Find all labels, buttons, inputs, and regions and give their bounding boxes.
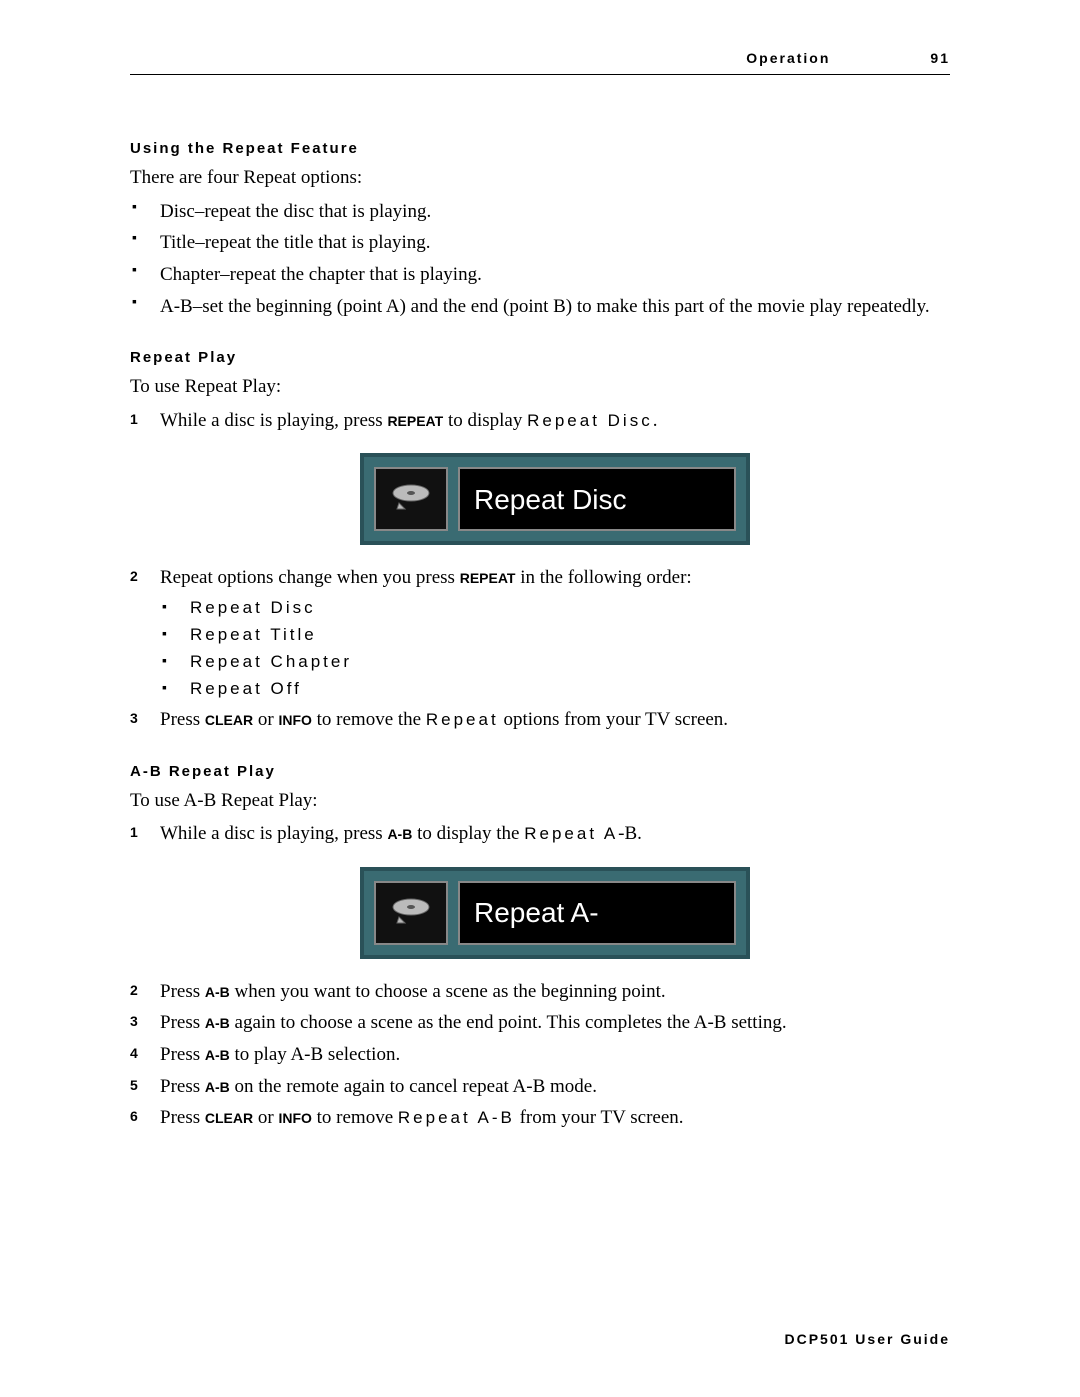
disc-icon xyxy=(374,467,448,531)
step: While a disc is playing, press A-B to di… xyxy=(160,821,950,959)
footer-guide-title: DCP501 User Guide xyxy=(785,1331,951,1347)
page-number: 91 xyxy=(930,50,950,66)
step: Press CLEAR or INFO to remove the Repeat… xyxy=(160,707,950,733)
key-repeat: REPEAT xyxy=(387,413,443,429)
step-text: from your TV screen. xyxy=(515,1107,684,1128)
step-text: options from your TV screen. xyxy=(499,709,728,730)
heading-repeat-feature: Using the Repeat Feature xyxy=(130,140,950,157)
step: While a disc is playing, press REPEAT to… xyxy=(160,408,950,546)
key-ab: A-B xyxy=(205,1047,230,1063)
step: Press A-B on the remote again to cancel … xyxy=(160,1074,950,1100)
key-ab: A-B xyxy=(387,826,412,842)
step-text: or xyxy=(253,709,278,730)
key-clear: CLEAR xyxy=(205,1110,253,1126)
osd-label: Repeat Disc xyxy=(458,467,736,531)
key-info: INFO xyxy=(278,1110,311,1126)
list-item: Repeat Title xyxy=(190,624,950,647)
step-text: While a disc is playing, press xyxy=(160,410,387,431)
step: Press A-B again to choose a scene as the… xyxy=(160,1010,950,1036)
step: Press A-B when you want to choose a scen… xyxy=(160,979,950,1005)
step-text: Press xyxy=(160,1012,205,1033)
list-item: Chapter–repeat the chapter that is playi… xyxy=(160,262,950,288)
step-text: . xyxy=(653,410,658,431)
step-text: to remove xyxy=(312,1107,398,1128)
step: Press CLEAR or INFO to remove Repeat A-B… xyxy=(160,1105,950,1131)
ab-repeat-play-steps: While a disc is playing, press A-B to di… xyxy=(130,821,950,1131)
step-text: on the remote again to cancel repeat A-B… xyxy=(230,1076,597,1097)
step-text: to remove the xyxy=(312,709,426,730)
step: Repeat options change when you press REP… xyxy=(160,565,950,700)
step-text: to display xyxy=(443,410,527,431)
step-text: to display the xyxy=(412,823,524,844)
step-text: Repeat options change when you press xyxy=(160,567,460,588)
osd-label: Repeat A- xyxy=(458,881,736,945)
key-ab: A-B xyxy=(205,1079,230,1095)
header-section: Operation xyxy=(746,50,830,66)
intro-ab-repeat-play: To use A-B Repeat Play: xyxy=(130,788,950,814)
step-text: -B. xyxy=(618,823,642,844)
step-text: again to choose a scene as the end point… xyxy=(230,1012,787,1033)
osd-ref: Repeat xyxy=(426,710,499,729)
step-text: or xyxy=(253,1107,278,1128)
step-text: While a disc is playing, press xyxy=(160,823,387,844)
list-item: A-B–set the beginning (point A) and the … xyxy=(160,294,950,320)
list-item: Disc–repeat the disc that is playing. xyxy=(160,199,950,225)
list-item: Repeat Off xyxy=(190,678,950,701)
key-clear: CLEAR xyxy=(205,712,253,728)
step-text: Press xyxy=(160,709,205,730)
osd-figure-repeat-disc: Repeat Disc xyxy=(360,453,750,545)
osd-ref: Repeat Disc xyxy=(527,411,653,430)
osd-ref: Repeat A xyxy=(524,824,618,843)
step-text: to play A-B selection. xyxy=(230,1044,400,1065)
heading-ab-repeat-play: A-B Repeat Play xyxy=(130,763,950,780)
intro-repeat-feature: There are four Repeat options: xyxy=(130,165,950,191)
key-ab: A-B xyxy=(205,1015,230,1031)
key-repeat: REPEAT xyxy=(460,570,516,586)
list-item: Repeat Chapter xyxy=(190,651,950,674)
intro-repeat-play: To use Repeat Play: xyxy=(130,374,950,400)
osd-ref: Repeat A-B xyxy=(398,1108,515,1127)
step: Press A-B to play A-B selection. xyxy=(160,1042,950,1068)
list-item: Title–repeat the title that is playing. xyxy=(160,230,950,256)
step-text: Press xyxy=(160,1044,205,1065)
disc-icon xyxy=(374,881,448,945)
page: Operation 91 Using the Repeat Feature Th… xyxy=(0,0,1080,1397)
step-text: when you want to choose a scene as the b… xyxy=(230,981,666,1002)
osd-panel: Repeat A- xyxy=(360,867,750,959)
step-text: Press xyxy=(160,981,205,1002)
list-item: Repeat Disc xyxy=(190,597,950,620)
osd-panel: Repeat Disc xyxy=(360,453,750,545)
step-text: Press xyxy=(160,1076,205,1097)
key-info: INFO xyxy=(278,712,311,728)
heading-repeat-play: Repeat Play xyxy=(130,349,950,366)
key-ab: A-B xyxy=(205,984,230,1000)
osd-figure-repeat-a: Repeat A- xyxy=(360,867,750,959)
repeat-cycle-list: Repeat Disc Repeat Title Repeat Chapter … xyxy=(160,597,950,701)
repeat-play-steps: While a disc is playing, press REPEAT to… xyxy=(130,408,950,733)
step-text: in the following order: xyxy=(515,567,691,588)
step-text: Press xyxy=(160,1107,205,1128)
repeat-options-list: Disc–repeat the disc that is playing. Ti… xyxy=(130,199,950,320)
page-header: Operation 91 xyxy=(130,50,950,75)
